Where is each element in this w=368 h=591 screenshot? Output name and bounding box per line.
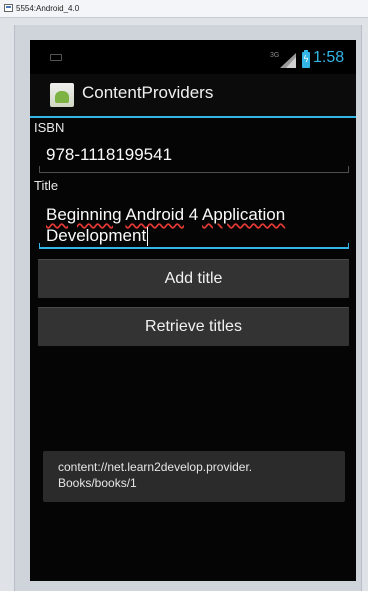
toast-message-line-1: content://net.learn2develop.provider. [58, 460, 253, 474]
toast-message-text: content://net.learn2develop.provider. Bo… [58, 459, 338, 491]
emulator-title-bar: 5554:Android_4.0 [0, 0, 368, 18]
retrieve-titles-button[interactable]: Retrieve titles [38, 307, 349, 346]
isbn-field[interactable]: 978-1118199541 [46, 144, 346, 165]
status-clock: 1:58 [313, 49, 345, 66]
title-word-4: Application [202, 205, 286, 224]
title-word-3: 4 [188, 205, 199, 224]
network-type-label: 3G [270, 52, 280, 59]
title-word-2: Android [125, 205, 185, 224]
emulator-window-title: 5554:Android_4.0 [16, 4, 80, 13]
notification-icon [50, 54, 62, 61]
status-bar: 3G ϟ 1:58 [30, 40, 356, 74]
charging-bolt-icon: ϟ [303, 55, 309, 65]
add-title-button[interactable]: Add title [38, 259, 349, 298]
title-field-right-tick [348, 243, 349, 248]
title-word-1: Beginning [46, 205, 122, 224]
title-field[interactable]: Beginning Android 4 Application Developm… [46, 204, 342, 247]
isbn-field-value: 978-1118199541 [46, 145, 173, 164]
toast-message: content://net.learn2develop.provider. Bo… [43, 451, 345, 502]
action-bar: ContentProviders [30, 74, 356, 116]
isbn-field-underline [39, 172, 349, 173]
app-title: ContentProviders [82, 83, 214, 102]
action-bar-divider [30, 116, 356, 118]
android-app-icon[interactable] [50, 83, 74, 107]
isbn-label: ISBN [34, 120, 65, 135]
title-label: Title [34, 178, 59, 193]
emulator-window-icon [4, 4, 13, 12]
title-word-5: Development [46, 226, 147, 245]
title-field-underline [39, 247, 349, 249]
isbn-field-right-tick [348, 166, 349, 172]
signal-strength-fill [286, 57, 296, 68]
text-cursor [147, 227, 149, 247]
toast-message-line-2: Books/books/1 [58, 476, 137, 490]
device-screen: 3G ϟ 1:58 ContentProviders ISBN 978-1118… [30, 40, 356, 581]
